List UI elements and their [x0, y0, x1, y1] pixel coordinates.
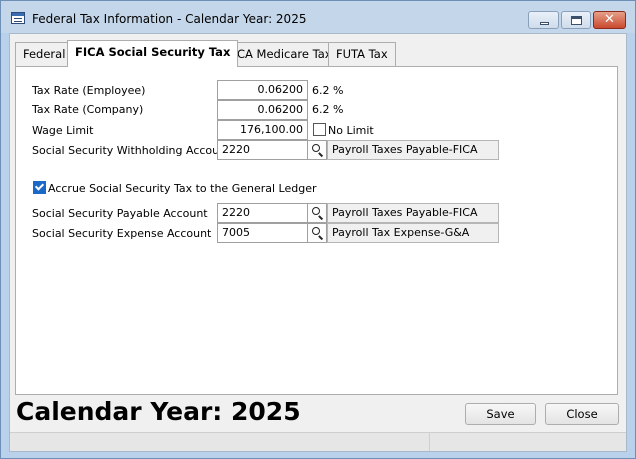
accrue-checkbox[interactable]	[33, 181, 46, 194]
payable-account-description: Payroll Taxes Payable-FICA	[327, 203, 499, 223]
minimize-icon	[540, 22, 549, 25]
no-limit-checkbox[interactable]	[313, 123, 326, 136]
magnifier-handle	[318, 235, 324, 240]
close-window-button[interactable]: ✕	[593, 11, 626, 29]
company-rate-percent: 6.2 %	[312, 103, 344, 116]
withholding-account-label: Social Security Withholding Account	[32, 144, 231, 157]
title-bar[interactable]: Federal Tax Information - Calendar Year:…	[1, 1, 635, 33]
expense-account-label: Social Security Expense Account	[32, 227, 212, 240]
employee-rate-label: Tax Rate (Employee)	[32, 84, 146, 97]
status-cell	[10, 433, 430, 451]
expense-account-description: Payroll Tax Expense-G&A	[327, 223, 499, 243]
company-rate-input[interactable]: 0.06200	[217, 100, 308, 120]
maximize-button[interactable]	[561, 11, 591, 29]
magnifier-icon	[312, 207, 320, 215]
wage-limit-label: Wage Limit	[32, 124, 94, 137]
magnifier-handle	[318, 215, 324, 220]
close-icon: ✕	[604, 12, 615, 27]
magnifier-icon	[312, 144, 320, 152]
withholding-account-input[interactable]: 2220	[217, 140, 308, 160]
magnifier-handle	[318, 152, 324, 157]
close-button[interactable]: Close	[545, 403, 619, 425]
withholding-account-description: Payroll Taxes Payable-FICA	[327, 140, 499, 160]
expense-account-input[interactable]: 7005	[217, 223, 308, 243]
magnifier-icon	[312, 227, 320, 235]
calendar-year-heading: Calendar Year: 2025	[16, 397, 301, 426]
dialog-body: Federal FICA Social Security Tax FICA Me…	[9, 33, 627, 452]
check-icon	[34, 181, 45, 191]
employee-rate-input[interactable]: 0.06200	[217, 80, 308, 100]
window-title: Federal Tax Information - Calendar Year:…	[32, 12, 307, 26]
payable-account-label: Social Security Payable Account	[32, 207, 208, 220]
expense-lookup-button[interactable]	[307, 223, 327, 243]
no-limit-label: No Limit	[328, 124, 374, 137]
wage-limit-input[interactable]: 176,100.00	[217, 120, 308, 140]
company-rate-label: Tax Rate (Company)	[32, 103, 144, 116]
payable-lookup-button[interactable]	[307, 203, 327, 223]
tax-info-window: Federal Tax Information - Calendar Year:…	[0, 0, 636, 459]
payable-account-input[interactable]: 2220	[217, 203, 308, 223]
tab-fica-social-security[interactable]: FICA Social Security Tax	[67, 40, 239, 67]
maximize-icon	[571, 16, 582, 25]
employee-rate-percent: 6.2 %	[312, 84, 344, 97]
save-button[interactable]: Save	[465, 403, 536, 425]
status-bar	[10, 432, 626, 451]
fica-social-security-panel: Tax Rate (Employee) 0.06200 6.2 % Tax Ra…	[15, 66, 618, 395]
withholding-lookup-button[interactable]	[307, 140, 327, 160]
tab-futa[interactable]: FUTA Tax	[328, 42, 396, 66]
tab-federal[interactable]: Federal	[15, 42, 74, 66]
form-icon	[11, 12, 25, 24]
accrue-label: Accrue Social Security Tax to the Genera…	[48, 182, 317, 195]
minimize-button[interactable]	[528, 11, 559, 29]
